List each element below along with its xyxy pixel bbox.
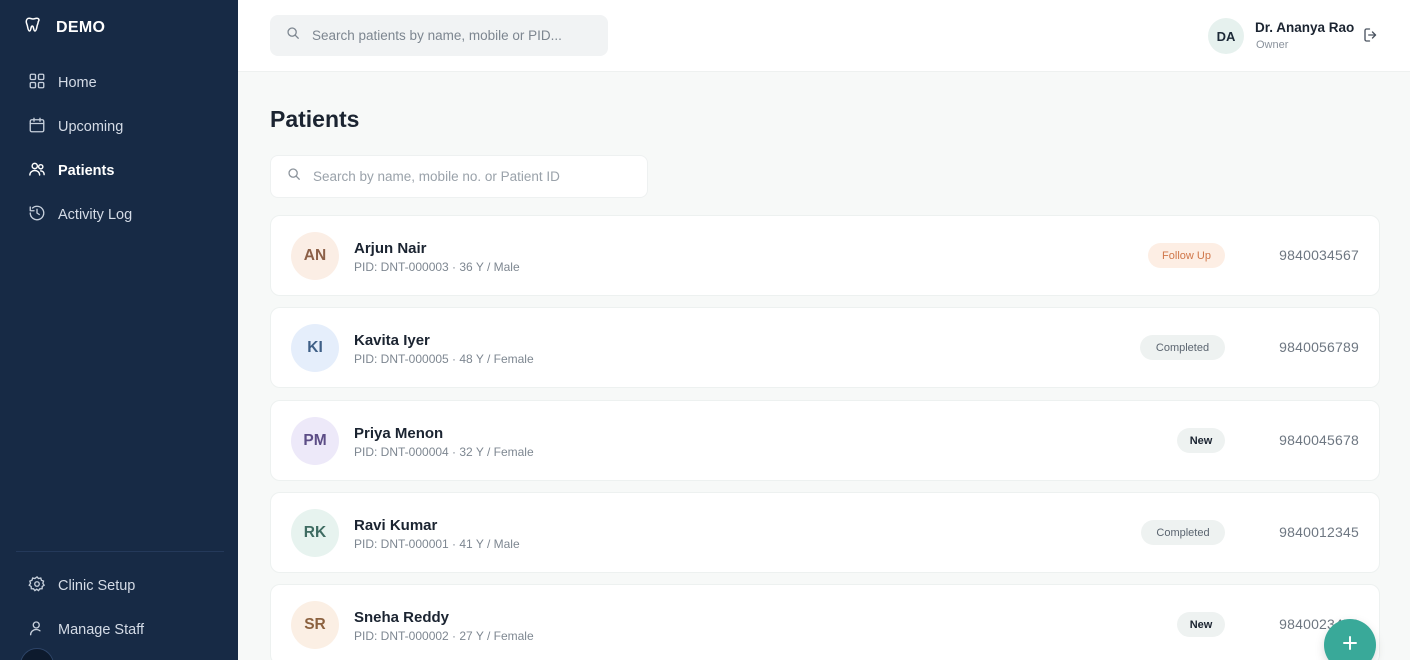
- patient-name: Priya Menon: [354, 425, 444, 442]
- patient-phone: 9840034567: [1279, 247, 1359, 263]
- topbar: DA Dr. Ananya Rao Owner: [238, 0, 1410, 72]
- tooth-icon: [24, 16, 42, 39]
- patient-row[interactable]: RK Ravi Kumar PID: DNT-000001 · 41 Y / M…: [270, 492, 1380, 573]
- plus-icon: [1341, 634, 1359, 657]
- status-badge: Completed: [1141, 520, 1225, 545]
- patient-name: Arjun Nair: [354, 240, 427, 257]
- patient-search[interactable]: [270, 155, 648, 198]
- gear-icon: [28, 575, 46, 597]
- patient-phone: 9840056789: [1279, 339, 1359, 355]
- nav-item-patients[interactable]: Patients: [28, 160, 114, 182]
- search-icon: [287, 167, 301, 186]
- patient-avatar: KI: [291, 324, 339, 372]
- patient-avatar: RK: [291, 509, 339, 557]
- logout-icon[interactable]: [1362, 26, 1380, 44]
- nav-item-label: Manage Staff: [58, 622, 144, 638]
- patient-phone: 9840045678: [1279, 432, 1359, 448]
- users-icon: [28, 160, 46, 182]
- patient-name: Ravi Kumar: [354, 517, 438, 534]
- sidebar-avatar[interactable]: [20, 648, 54, 660]
- patient-avatar: SR: [291, 601, 339, 649]
- nav-item-label: Clinic Setup: [58, 578, 136, 594]
- patient-name: Sneha Reddy: [354, 609, 450, 626]
- status-badge: Follow Up: [1148, 243, 1225, 268]
- nav-item-clinic-setup[interactable]: Clinic Setup: [28, 575, 135, 597]
- status-badge: Completed: [1140, 335, 1225, 360]
- patient-search-input[interactable]: [313, 169, 633, 184]
- nav-item-label: Upcoming: [58, 119, 124, 135]
- sidebar-divider: [16, 551, 224, 552]
- patient-meta: PID: DNT-000002 · 27 Y / Female: [354, 629, 534, 643]
- patient-meta: PID: DNT-000003 · 36 Y / Male: [354, 260, 520, 274]
- patient-row[interactable]: SR Sneha Reddy PID: DNT-000002 · 27 Y / …: [270, 584, 1380, 660]
- nav-item-home[interactable]: Home: [28, 72, 97, 94]
- nav-item-label: Patients: [58, 163, 115, 179]
- patient-meta: PID: DNT-000001 · 41 Y / Male: [354, 537, 520, 551]
- global-search[interactable]: [270, 15, 608, 56]
- user-name: Dr. Ananya Rao: [1255, 20, 1355, 35]
- status-badge: New: [1177, 612, 1225, 637]
- user-avatar[interactable]: DA: [1208, 18, 1244, 54]
- patient-row[interactable]: KI Kavita Iyer PID: DNT-000005 · 48 Y / …: [270, 307, 1380, 388]
- brand[interactable]: DEMO: [24, 16, 105, 39]
- user-icon: [28, 619, 46, 641]
- brand-label: DEMO: [56, 18, 106, 36]
- nav-item-label: Activity Log: [58, 207, 133, 223]
- user-role: Owner: [1256, 39, 1289, 51]
- patient-name: Kavita Iyer: [354, 332, 430, 349]
- nav-item-manage-staff[interactable]: Manage Staff: [28, 619, 144, 641]
- patient-meta: PID: DNT-000004 · 32 Y / Female: [354, 445, 534, 459]
- patient-avatar: PM: [291, 417, 339, 465]
- nav-item-label: Home: [58, 75, 97, 91]
- search-icon: [286, 26, 300, 45]
- status-badge: New: [1177, 428, 1225, 453]
- global-search-input[interactable]: [312, 28, 572, 43]
- sidebar: DEMO Home Upcoming Patients Activity Log…: [0, 0, 238, 660]
- patient-meta: PID: DNT-000005 · 48 Y / Female: [354, 352, 534, 366]
- patient-row[interactable]: PM Priya Menon PID: DNT-000004 · 32 Y / …: [270, 400, 1380, 481]
- nav-item-activity-log[interactable]: Activity Log: [28, 204, 132, 226]
- patient-avatar: AN: [291, 232, 339, 280]
- page-title: Patients: [270, 106, 360, 132]
- calendar-icon: [28, 116, 46, 138]
- nav-item-upcoming[interactable]: Upcoming: [28, 116, 123, 138]
- grid-icon: [28, 72, 46, 94]
- history-icon: [28, 204, 46, 226]
- patient-row[interactable]: AN Arjun Nair PID: DNT-000003 · 36 Y / M…: [270, 215, 1380, 296]
- patient-phone: 9840012345: [1279, 524, 1359, 540]
